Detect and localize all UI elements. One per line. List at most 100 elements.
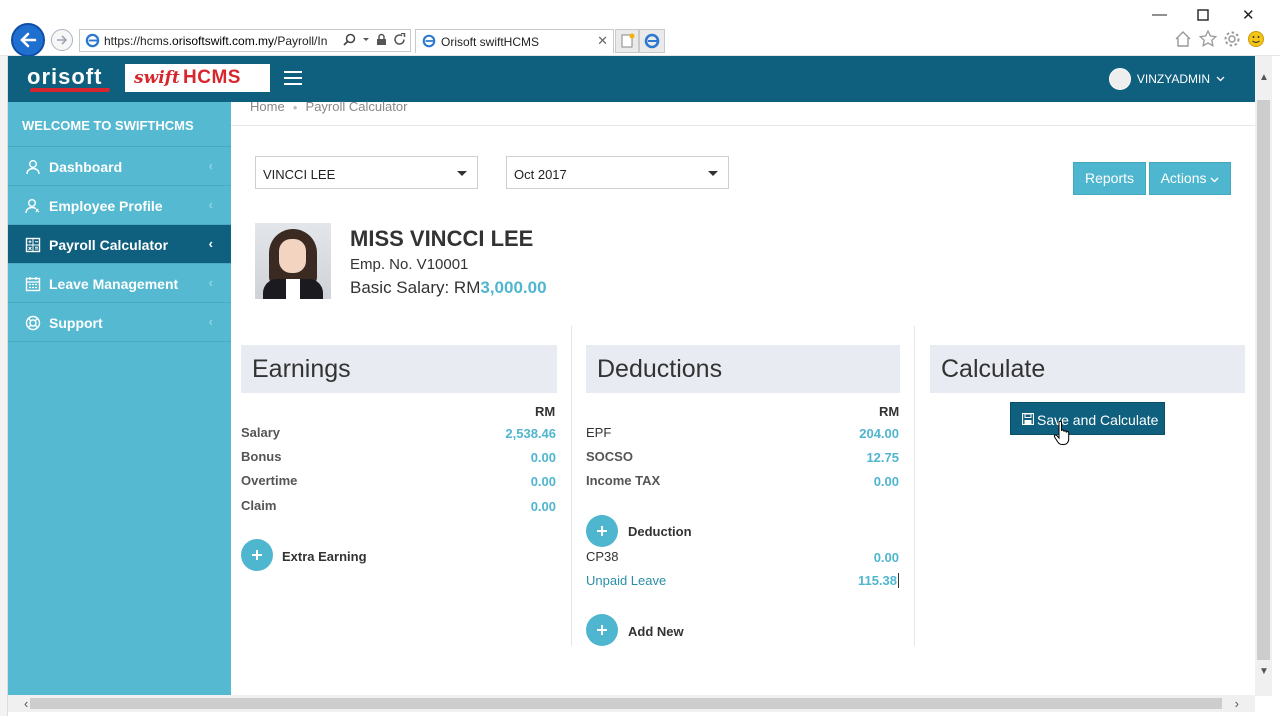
address-url: https://hcms.orisoftswift.com.my/Payroll…: [104, 34, 328, 48]
menu-hamburger-icon[interactable]: [284, 71, 302, 85]
reports-button[interactable]: Reports: [1073, 162, 1146, 195]
home-icon[interactable]: [1174, 30, 1192, 48]
orisoft-logo[interactable]: orisoft: [27, 64, 102, 90]
earning-value-overtime[interactable]: 0.00: [457, 474, 556, 489]
sidebar: WELCOME TO SWIFTHCMS Dashboard ‹ Employe…: [8, 102, 231, 695]
deduction-add-label[interactable]: Deduction: [628, 524, 692, 539]
save-and-calculate-button[interactable]: Save and Calculate: [1010, 402, 1165, 435]
chevron-left-icon: ‹: [208, 275, 213, 290]
deduction-label-epf: EPF: [586, 425, 612, 440]
back-button[interactable]: [11, 23, 45, 57]
earning-label-salary: Salary: [241, 425, 281, 440]
earning-label-overtime: Overtime: [241, 473, 298, 488]
tab-title: Orisoft swiftHCMS: [441, 35, 540, 49]
deduction-value-cp38[interactable]: 0.00: [800, 550, 899, 565]
sidebar-item-leave-management[interactable]: Leave Management ‹: [8, 264, 231, 303]
unpaid-leave-input[interactable]: 115.38: [800, 573, 899, 588]
user-menu[interactable]: VINZYADMIN: [1108, 68, 1225, 90]
lock-icon[interactable]: [376, 33, 387, 46]
earning-value-bonus[interactable]: 0.00: [457, 450, 556, 465]
horizontal-scroll-thumb[interactable]: [30, 698, 1222, 709]
tab-active[interactable]: Orisoft swiftHCMS ✕: [415, 29, 614, 53]
deduction-value-income-tax[interactable]: 0.00: [800, 474, 899, 489]
calculator-icon: [25, 237, 41, 253]
breadcrumb-home[interactable]: Home: [250, 99, 285, 114]
basic-salary-amount: 3,000.00: [480, 278, 547, 297]
username: VINZYADMIN: [1136, 72, 1210, 86]
chevron-left-icon: ‹: [208, 197, 213, 212]
refresh-icon[interactable]: [393, 33, 406, 46]
sidebar-welcome: WELCOME TO SWIFTHCMS: [8, 102, 231, 147]
add-deduction-icon[interactable]: [586, 515, 618, 547]
scroll-up-icon[interactable]: ▲: [1259, 72, 1269, 83]
extra-earning-label[interactable]: Extra Earning: [282, 549, 367, 564]
chevron-left-icon: ‹: [208, 158, 213, 173]
deduction-label-unpaid-leave[interactable]: Unpaid Leave: [586, 573, 666, 588]
address-bar[interactable]: https://hcms.orisoftswift.com.my/Payroll…: [79, 29, 411, 52]
chevron-down-icon: [1216, 76, 1225, 82]
deduction-label-cp38: CP38: [586, 549, 619, 564]
deduction-label-income-tax: Income TAX: [586, 473, 661, 488]
swifthcms-logo[interactable]: swift HCMS: [125, 64, 270, 92]
deduction-label-socso: SOCSO: [586, 449, 633, 464]
new-tab-button[interactable]: [615, 29, 639, 53]
column-divider: [914, 326, 915, 646]
arrow-right-icon: [57, 35, 68, 45]
actions-button[interactable]: Actions: [1149, 162, 1231, 195]
smiley-feedback-icon[interactable]: [1247, 30, 1265, 48]
settings-gear-icon[interactable]: [1223, 30, 1241, 48]
ie-icon: [85, 33, 100, 48]
earning-value-claim[interactable]: 0.00: [457, 499, 556, 514]
sidebar-item-payroll-calculator[interactable]: Payroll Calculator ‹: [8, 225, 231, 264]
chevron-left-icon: ‹: [208, 236, 213, 251]
close-window-icon[interactable]: ✕: [1242, 6, 1255, 24]
scroll-left-icon[interactable]: ‹: [24, 696, 28, 711]
deduction-value-epf[interactable]: 204.00: [800, 426, 899, 441]
add-new-label[interactable]: Add New: [628, 624, 684, 639]
period-select[interactable]: Oct 2017: [506, 156, 729, 189]
calculate-panel-title: Calculate: [930, 345, 1245, 393]
add-new-deduction-icon[interactable]: [586, 614, 618, 646]
sidebar-item-label: Support: [49, 315, 103, 331]
chevron-down-icon: [1210, 177, 1219, 183]
scroll-right-icon[interactable]: ›: [1235, 696, 1239, 711]
maximize-icon[interactable]: [1197, 9, 1209, 21]
orisoft-logo-swoosh: [29, 88, 111, 92]
deductions-panel-title: Deductions: [586, 345, 900, 393]
horizontal-scrollbar[interactable]: ‹ ›: [8, 695, 1255, 712]
minimize-icon[interactable]: —: [1152, 6, 1167, 23]
employee-select[interactable]: VINCCI LEE: [255, 156, 478, 189]
deduction-value-socso[interactable]: 12.75: [800, 450, 899, 465]
deductions-currency-header: RM: [879, 404, 900, 419]
breadcrumb-separator: ●: [292, 103, 298, 113]
scroll-down-icon[interactable]: ▼: [1259, 666, 1269, 677]
hand-cursor-icon: [1053, 420, 1070, 445]
sidebar-item-support[interactable]: Support ‹: [8, 303, 231, 342]
floppy-disk-icon: [1022, 413, 1034, 425]
dropdown-icon[interactable]: [362, 33, 370, 46]
search-icon[interactable]: [343, 33, 356, 46]
sidebar-item-label: Employee Profile: [49, 198, 163, 214]
sidebar-item-dashboard[interactable]: Dashboard ‹: [8, 147, 231, 186]
forward-button[interactable]: [51, 29, 73, 51]
close-tab-icon[interactable]: ✕: [597, 33, 608, 49]
vertical-scrollbar[interactable]: ▲ ▼: [1255, 56, 1272, 696]
favorites-star-icon[interactable]: [1199, 30, 1217, 48]
add-extra-earning-icon[interactable]: [241, 539, 273, 571]
earning-value-salary[interactable]: 2,538.46: [457, 426, 556, 441]
chevron-left-icon: ‹: [208, 314, 213, 329]
tab-inactive[interactable]: [639, 29, 665, 53]
earnings-currency-header: RM: [535, 404, 556, 419]
sidebar-item-label: Leave Management: [49, 276, 179, 292]
calendar-icon: [25, 277, 41, 292]
breadcrumb-current: Payroll Calculator: [305, 99, 408, 114]
sidebar-item-employee-profile[interactable]: Employee Profile ‹: [8, 186, 231, 225]
vertical-scroll-thumb[interactable]: [1257, 100, 1270, 660]
employee-name: MISS VINCCI LEE: [350, 226, 534, 251]
column-divider: [571, 326, 572, 646]
employee-number: Emp. No. V10001: [350, 256, 469, 273]
ie-icon: [422, 34, 436, 48]
caret-down-icon: [708, 171, 718, 176]
earning-label-claim: Claim: [241, 498, 277, 513]
caret-down-icon: [457, 171, 467, 176]
